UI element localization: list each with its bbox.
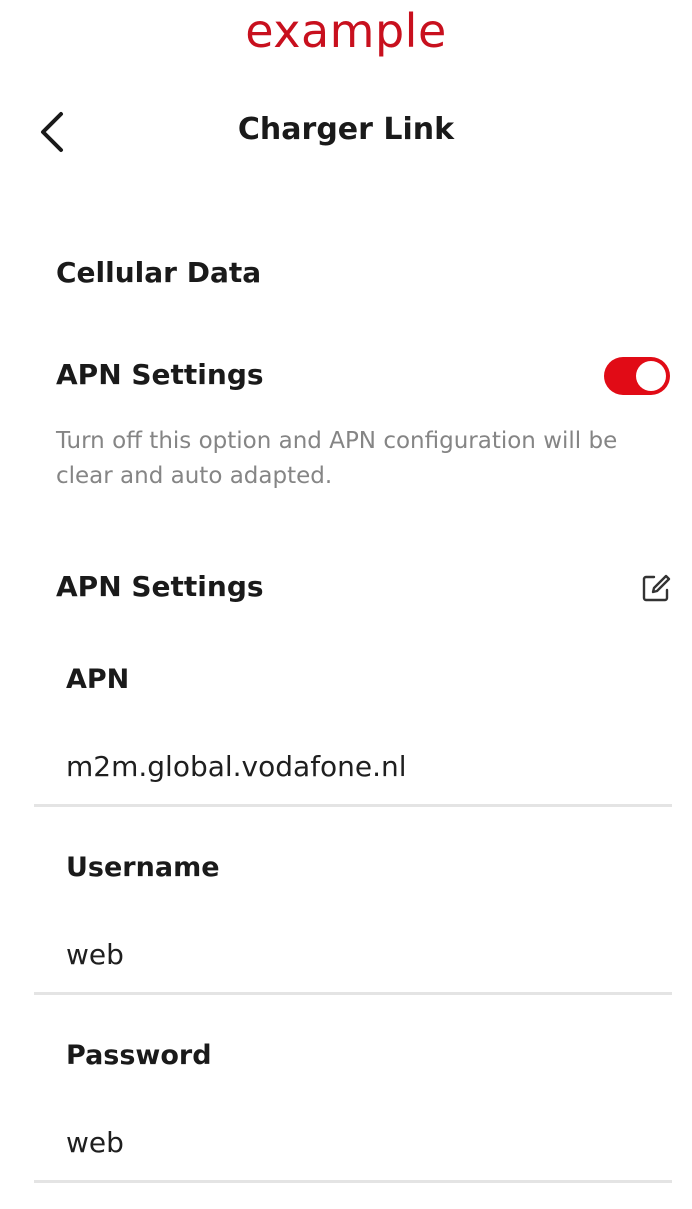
apn-field-label: APN xyxy=(66,664,130,695)
username-field-label: Username xyxy=(66,852,220,883)
divider xyxy=(34,1180,672,1183)
apn-settings-toggle[interactable] xyxy=(604,357,670,395)
edit-icon xyxy=(642,574,671,602)
cellular-section-title: Cellular Data xyxy=(56,256,262,289)
apn-field-value[interactable]: m2m.global.vodafone.nl xyxy=(66,750,626,783)
apn-toggle-hint: Turn off this option and APN configurati… xyxy=(56,428,618,489)
divider xyxy=(34,992,672,995)
header-bar: Charger Link xyxy=(0,100,692,164)
toggle-knob xyxy=(636,361,666,391)
watermark-text: example xyxy=(245,4,447,58)
password-field-value[interactable]: web xyxy=(66,1126,626,1159)
page-title: Charger Link xyxy=(237,112,455,147)
apn-section-title: APN Settings xyxy=(56,570,264,603)
edit-apn-button[interactable] xyxy=(636,568,676,608)
apn-toggle-label: APN Settings xyxy=(56,358,264,391)
username-field-value[interactable]: web xyxy=(66,938,626,971)
password-field-label: Password xyxy=(66,1040,212,1071)
divider xyxy=(34,804,672,807)
